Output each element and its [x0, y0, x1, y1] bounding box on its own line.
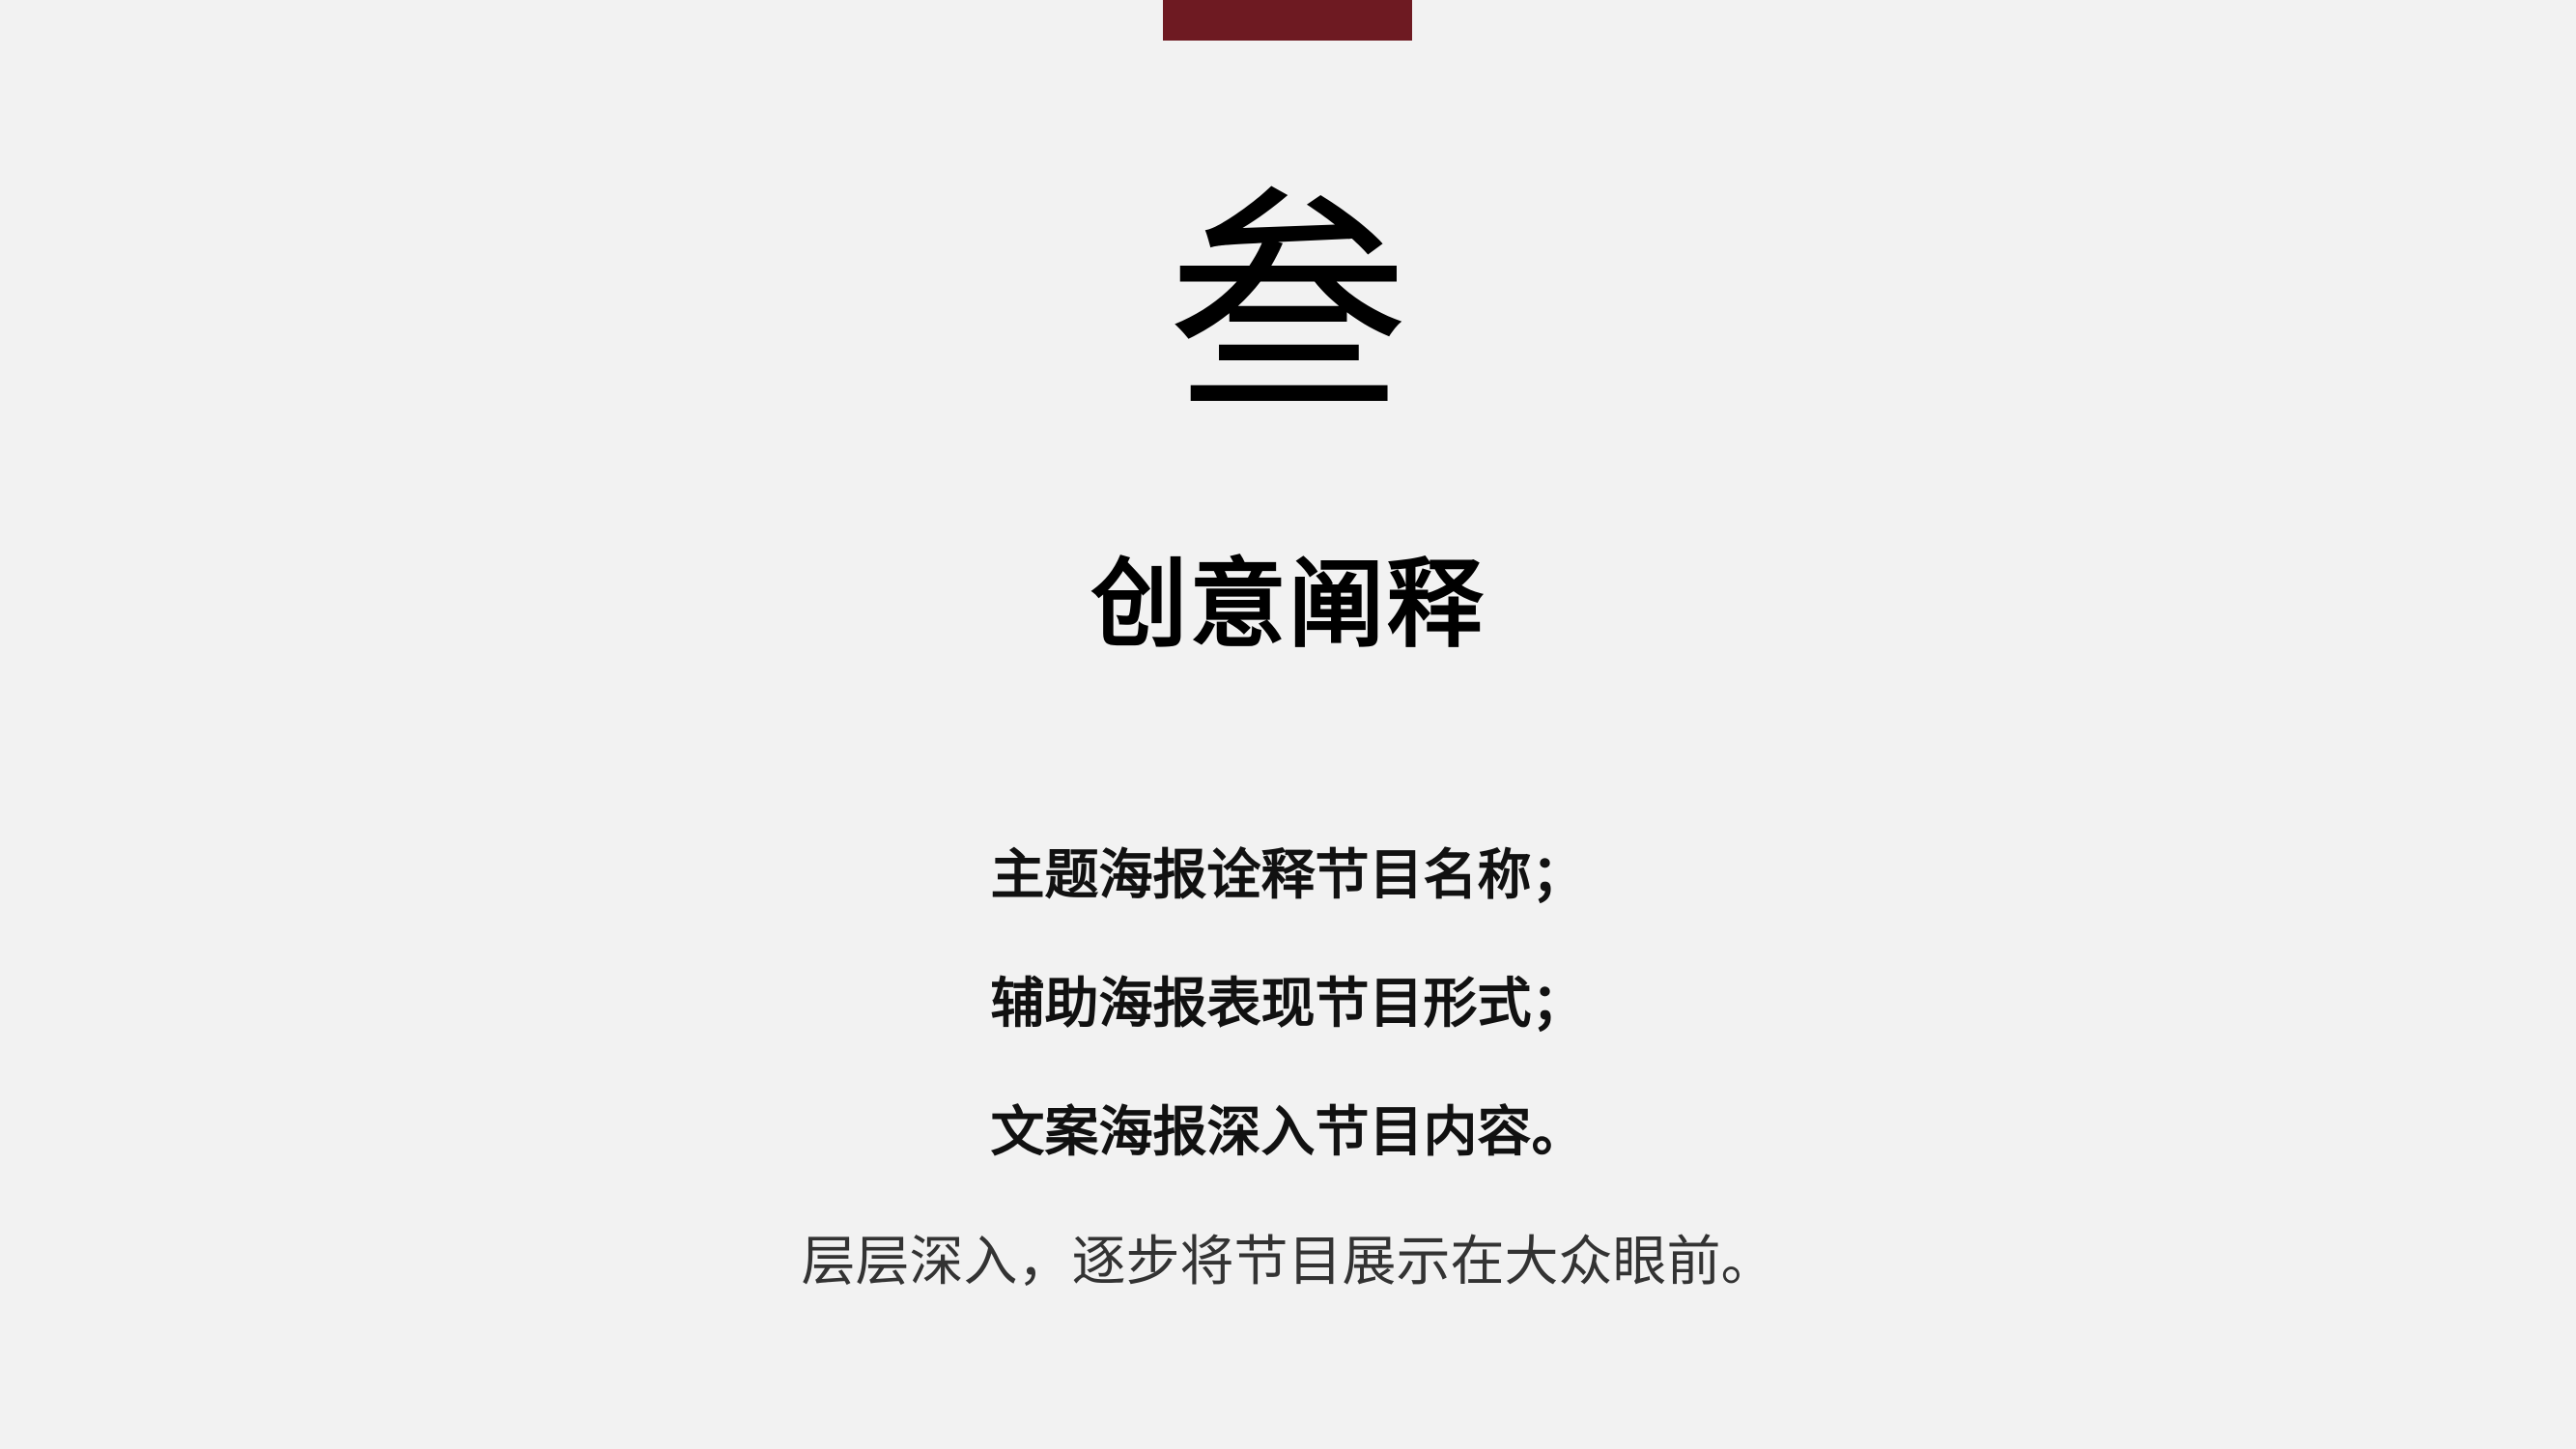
body-line-poster-auxiliary: 辅助海报表现节目形式；	[990, 973, 1586, 1036]
section-numeral: 叁	[1167, 166, 1409, 447]
body-line-poster-copy: 文案海报深入节目内容。	[990, 1101, 1586, 1164]
accent-bar	[1163, 0, 1412, 41]
body-line-poster-theme: 主题海报诠释节目名称；	[990, 844, 1586, 907]
closing-line: 层层深入，逐步将节目展示在大众眼前。	[801, 1231, 1775, 1293]
section-title: 创意阐释	[1090, 547, 1486, 661]
